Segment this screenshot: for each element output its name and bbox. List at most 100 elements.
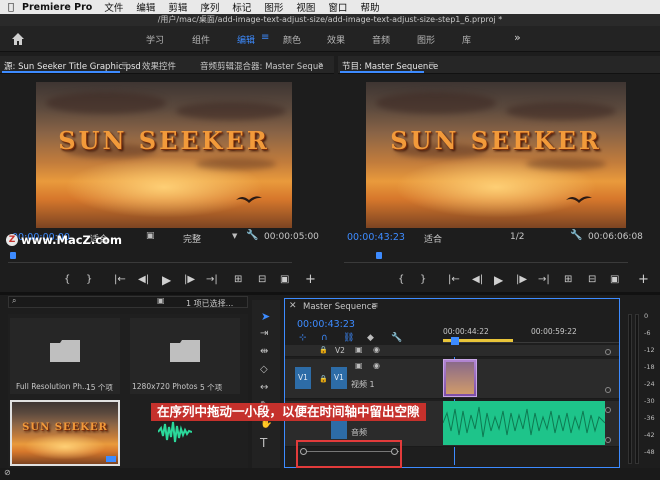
program-playhead[interactable]	[376, 252, 382, 259]
workspace-color[interactable]: 颜色	[283, 33, 301, 46]
workspace-audio[interactable]: 音频	[372, 33, 390, 46]
workspace-assembly[interactable]: 组件	[192, 33, 210, 46]
source-add-button-icon[interactable]: +	[305, 272, 316, 287]
program-go-to-in-icon[interactable]: |←	[448, 274, 460, 285]
workspace-menu-icon[interactable]: ≡	[261, 32, 269, 43]
timeline-tab[interactable]: Master Sequence	[303, 302, 377, 312]
selection-tool-icon[interactable]: ➤	[261, 310, 270, 323]
apple-icon[interactable]: 	[0, 2, 22, 13]
program-resolution-select[interactable]: 1/2	[510, 232, 524, 242]
tools-panel: ➤ ⇥ ⇹ ◇ ↔ ✎ ✋ T	[252, 300, 280, 468]
timeline-menu-icon[interactable]: ≡	[371, 301, 379, 311]
program-go-to-out-icon[interactable]: →|	[538, 274, 550, 285]
go-to-in-icon[interactable]: |←	[114, 274, 126, 285]
extract-icon[interactable]: ⊟	[588, 274, 596, 285]
program-bird-icon	[566, 196, 592, 203]
step-back-icon[interactable]: ◀|	[138, 274, 149, 285]
linked-selection-icon[interactable]: ⛓	[343, 333, 354, 343]
program-scrub-bar[interactable]	[344, 249, 628, 263]
type-tool-icon[interactable]: T	[260, 436, 267, 450]
home-icon[interactable]	[10, 31, 26, 47]
audio-waveform-icon[interactable]	[158, 418, 192, 446]
quality-dropdown-icon[interactable]: ▼	[232, 232, 237, 240]
tab-menu-icon[interactable]: ≡	[121, 60, 128, 70]
program-mark-out-icon[interactable]: }	[420, 274, 426, 285]
export-frame-icon[interactable]: ▣	[280, 274, 289, 285]
program-play-icon[interactable]: ▶	[494, 273, 503, 287]
source-patch-v1[interactable]: V1	[295, 367, 311, 389]
mark-out-icon[interactable]: }	[86, 274, 92, 285]
lock-icon[interactable]: 🔒	[319, 375, 328, 383]
program-wrench-icon[interactable]: 🔧	[570, 230, 582, 241]
program-video-frame[interactable]: SUN SEEKER	[366, 82, 626, 228]
more-workspaces-icon[interactable]: »	[514, 31, 521, 44]
source-scrub-bar[interactable]	[8, 249, 292, 263]
menu-file[interactable]: 文件	[104, 0, 123, 14]
track-handle[interactable]	[605, 437, 611, 443]
app-menu[interactable]: Premiere Pro	[22, 2, 92, 13]
program-timecode[interactable]: 00:00:43:23	[347, 232, 405, 243]
program-zoom-select[interactable]: 适合	[424, 232, 442, 245]
time-ruler[interactable]: 00:00:44:22 00:00:59:22	[443, 323, 619, 343]
program-add-button-icon[interactable]: +	[638, 272, 649, 287]
nest-icon[interactable]: ⊹	[299, 333, 307, 343]
workspace-graphics[interactable]: 图形	[417, 33, 435, 46]
video-clip[interactable]	[443, 359, 477, 397]
new-bin-icon[interactable]: ▣	[157, 296, 165, 305]
panel-overflow-icon[interactable]: »	[318, 60, 323, 70]
workspace-libraries[interactable]: 库	[462, 33, 471, 46]
source-wrench-icon[interactable]: 🔧	[246, 230, 258, 241]
tab-audio-mixer[interactable]: 音频剪辑混合器: Master Seque	[200, 60, 323, 72]
program-step-back-icon[interactable]: ◀|	[472, 274, 483, 285]
workspace-learn[interactable]: 学习	[146, 33, 164, 46]
timeline-playhead-head[interactable]	[451, 337, 459, 345]
menu-graphics[interactable]: 图形	[264, 0, 283, 14]
program-mark-in-icon[interactable]: {	[398, 274, 404, 285]
menu-view[interactable]: 视图	[296, 0, 315, 14]
mark-in-icon[interactable]: {	[64, 274, 70, 285]
workspace-editing[interactable]: 编辑	[237, 33, 255, 46]
razor-tool-icon[interactable]: ◇	[260, 364, 268, 375]
source-video-frame[interactable]: SUN SEEKER	[36, 82, 292, 228]
track-target-v1[interactable]: V1	[331, 367, 347, 389]
source-quality-select[interactable]: 完整	[183, 232, 201, 245]
step-forward-icon[interactable]: |▶	[184, 274, 195, 285]
track-handle[interactable]	[605, 387, 611, 393]
source-playhead[interactable]	[10, 252, 16, 259]
ripple-edit-tool-icon[interactable]: ⇹	[260, 346, 268, 357]
timeline-close-icon[interactable]: ✕	[289, 301, 297, 311]
timeline-settings-icon[interactable]: 🔧	[391, 333, 402, 343]
eye-icon[interactable]: ◉	[373, 345, 380, 354]
track-handle[interactable]	[605, 349, 611, 355]
ruler-label: 00:00:59:22	[531, 327, 577, 336]
timeline-timecode[interactable]: 00:00:43:23	[297, 319, 355, 330]
menu-help[interactable]: 帮助	[360, 0, 379, 14]
snap-icon[interactable]: ∩	[321, 333, 328, 343]
source-settings-icon[interactable]: ▣	[146, 231, 155, 241]
program-step-forward-icon[interactable]: |▶	[516, 274, 527, 285]
sync-lock-icon[interactable]: ▣	[355, 345, 363, 354]
overwrite-icon[interactable]: ⊟	[258, 274, 266, 285]
eye-icon[interactable]: ◉	[373, 361, 380, 370]
insert-icon[interactable]: ⊞	[234, 274, 242, 285]
track-handle[interactable]	[605, 407, 611, 413]
add-marker-icon[interactable]: ◆	[367, 333, 374, 343]
tab-effect-controls[interactable]: 效果控件	[142, 60, 176, 72]
audio-clip[interactable]	[443, 401, 605, 445]
go-to-out-icon[interactable]: →|	[206, 274, 218, 285]
graphic-thumbnail[interactable]: SUN SEEKER	[10, 400, 120, 466]
menu-markers[interactable]: 标记	[232, 0, 251, 14]
play-icon[interactable]: ▶	[162, 273, 171, 287]
menu-edit[interactable]: 编辑	[136, 0, 155, 14]
program-export-frame-icon[interactable]: ▣	[610, 274, 619, 285]
sync-lock-icon[interactable]: ▣	[355, 361, 363, 370]
track-select-tool-icon[interactable]: ⇥	[260, 328, 268, 339]
workspace-effects[interactable]: 效果	[327, 33, 345, 46]
menu-sequence[interactable]: 序列	[200, 0, 219, 14]
program-menu-icon[interactable]: ≡	[428, 60, 435, 70]
lift-icon[interactable]: ⊞	[564, 274, 572, 285]
menu-clip[interactable]: 剪辑	[168, 0, 187, 14]
menu-window[interactable]: 窗口	[328, 0, 347, 14]
lock-icon[interactable]: 🔒	[319, 346, 328, 354]
slip-tool-icon[interactable]: ↔	[260, 382, 268, 393]
